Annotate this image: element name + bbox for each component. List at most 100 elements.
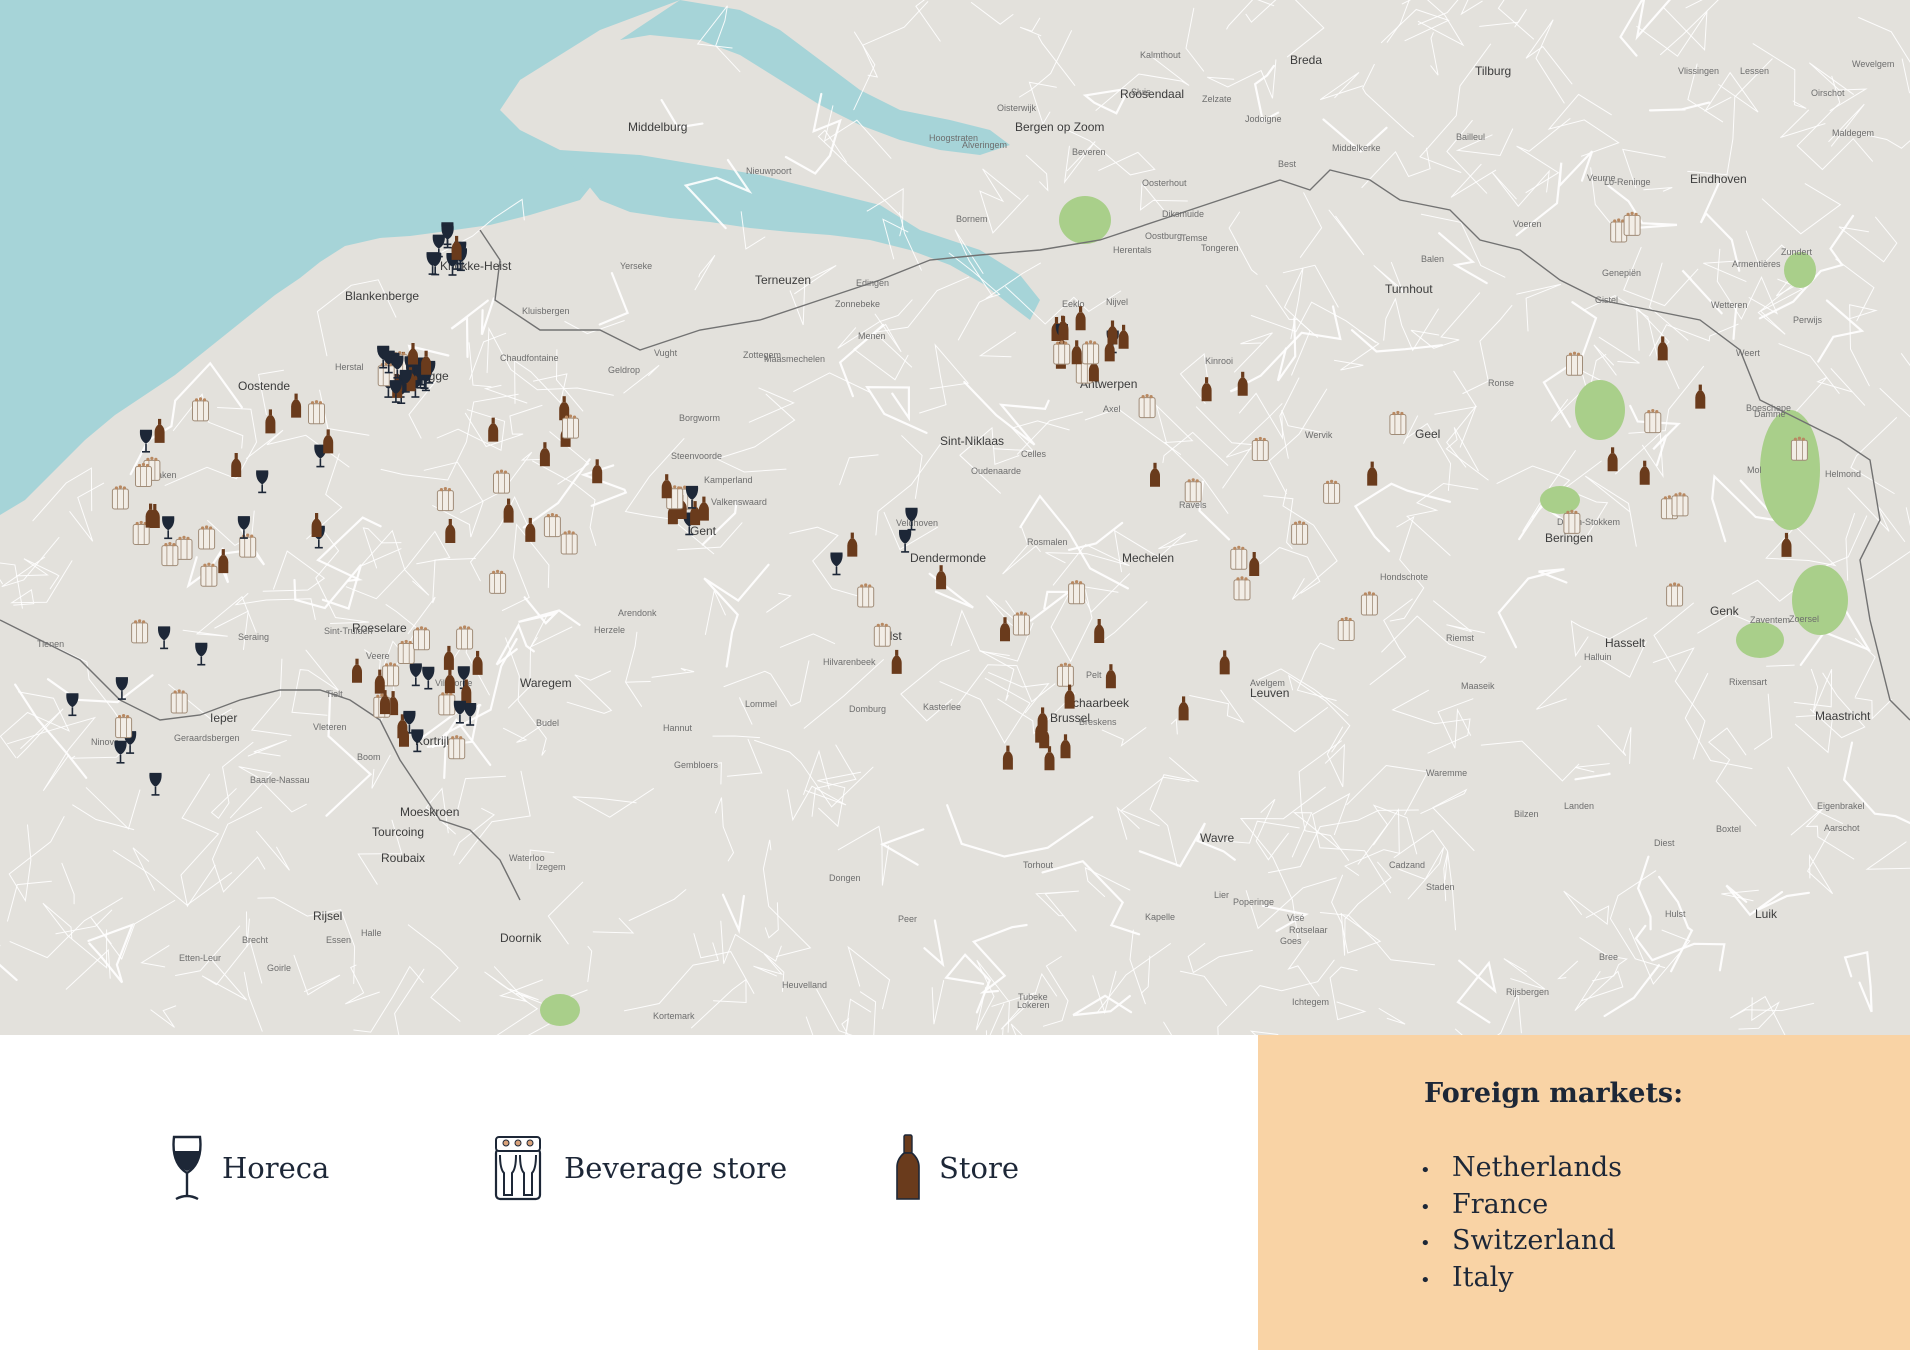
beverage-store-marker[interactable] bbox=[1360, 590, 1378, 616]
beverage-store-marker[interactable] bbox=[239, 533, 257, 558]
city-label: Waregem bbox=[520, 676, 572, 690]
town-label: Oostburg bbox=[1145, 231, 1182, 241]
beverage-store-marker[interactable] bbox=[1082, 339, 1100, 365]
beverage-store-marker[interactable] bbox=[493, 469, 510, 494]
town-label: Hulst bbox=[1665, 909, 1686, 919]
town-label: Lommel bbox=[745, 699, 777, 709]
town-label: Yerseke bbox=[620, 261, 652, 271]
beverage-store-marker[interactable] bbox=[1323, 479, 1341, 504]
beverage-store-marker[interactable] bbox=[438, 690, 456, 716]
beverage-store-marker[interactable] bbox=[1012, 610, 1030, 636]
city-label: Terneuzen bbox=[755, 273, 811, 287]
town-label: Vleteren bbox=[313, 722, 347, 732]
town-label: Voeren bbox=[1513, 219, 1542, 229]
park bbox=[1792, 565, 1848, 635]
beverage-store-marker[interactable] bbox=[382, 661, 400, 687]
beverage-store-marker[interactable] bbox=[436, 486, 454, 512]
beverage-store-marker[interactable] bbox=[1291, 520, 1309, 545]
town-label: Zaventem bbox=[1750, 615, 1790, 625]
city-label: Middelburg bbox=[628, 120, 687, 134]
beverage-store-marker[interactable] bbox=[1671, 491, 1689, 517]
beverage-store-marker[interactable] bbox=[1230, 545, 1248, 570]
beverage-store-marker[interactable] bbox=[1053, 340, 1071, 365]
beverage-store-marker[interactable] bbox=[1389, 410, 1407, 435]
town-label: Landen bbox=[1564, 801, 1594, 811]
beverage-store-marker[interactable] bbox=[111, 484, 129, 510]
town-label: Wevelgem bbox=[1852, 59, 1894, 69]
beverage-store-marker[interactable] bbox=[1563, 509, 1581, 534]
town-label: Weert bbox=[1736, 348, 1760, 358]
town-label: Riemst bbox=[1446, 633, 1475, 643]
town-label: Balen bbox=[1421, 254, 1444, 264]
town-label: Rosmalen bbox=[1027, 537, 1068, 547]
beverage-store-marker[interactable] bbox=[1138, 393, 1156, 419]
beverage-store-marker[interactable] bbox=[308, 399, 325, 425]
park bbox=[1540, 486, 1580, 514]
town-label: Kamperland bbox=[704, 475, 753, 485]
town-label: Boeschepe bbox=[1746, 403, 1791, 413]
beverage-store-marker[interactable] bbox=[543, 512, 561, 538]
beverage-store-marker[interactable] bbox=[1566, 351, 1583, 376]
beverage-store-marker[interactable] bbox=[448, 734, 466, 760]
legend-store-label: Store bbox=[939, 1151, 1020, 1185]
beverage-store-marker[interactable] bbox=[489, 569, 507, 594]
town-label: Baarle-Nassau bbox=[250, 775, 310, 785]
park bbox=[540, 994, 580, 1026]
beverage-store-marker[interactable] bbox=[135, 462, 152, 487]
town-label: Hondschote bbox=[1380, 572, 1428, 582]
town-label: Ronse bbox=[1488, 378, 1514, 388]
town-label: Menen bbox=[858, 331, 886, 341]
beverage-store-marker[interactable] bbox=[456, 624, 474, 650]
city-label: Wavre bbox=[1200, 831, 1235, 845]
town-label: Wetteren bbox=[1711, 300, 1747, 310]
foreign-market-item: • Netherlands bbox=[1420, 1152, 1622, 1183]
town-label: Perwijs bbox=[1793, 315, 1823, 325]
town-label: Vught bbox=[654, 348, 678, 358]
beverage-store-marker[interactable] bbox=[1666, 581, 1684, 607]
beverage-store-marker[interactable] bbox=[1251, 436, 1269, 461]
beverage-store-marker[interactable] bbox=[1790, 436, 1808, 461]
beverage-store-marker[interactable] bbox=[198, 524, 216, 550]
town-label: Peer bbox=[898, 914, 917, 924]
beverage-store-marker[interactable] bbox=[161, 541, 179, 567]
town-label: Tielt bbox=[326, 689, 343, 699]
town-label: Avelgem bbox=[1250, 678, 1285, 688]
beverage-store-marker[interactable] bbox=[1056, 662, 1074, 687]
beverage-store-marker[interactable] bbox=[115, 713, 133, 739]
foreign-market-item: • Italy bbox=[1420, 1261, 1514, 1293]
beverage-store-marker[interactable] bbox=[560, 529, 578, 555]
beverage-store-marker[interactable] bbox=[1233, 575, 1251, 601]
town-label: Hannut bbox=[663, 723, 693, 733]
map-canvas: Breda Tilburg Middelburg Roosendaal Bergen o… bbox=[0, 0, 1910, 1035]
town-label: Herstal bbox=[335, 362, 364, 372]
beverage-store-marker[interactable] bbox=[562, 414, 579, 439]
foreign-market-item: • Switzerland bbox=[1420, 1225, 1616, 1256]
beverage-store-marker[interactable] bbox=[873, 622, 891, 647]
beverage-store-marker[interactable] bbox=[192, 396, 209, 422]
legend-beverage-store: Beverage store bbox=[490, 1132, 787, 1204]
beverage-store-marker[interactable] bbox=[1337, 616, 1355, 641]
beverage-store-marker[interactable] bbox=[1623, 211, 1641, 236]
distribution-map: Breda Tilburg Middelburg Roosendaal Bergen o… bbox=[0, 0, 1910, 1035]
beverage-store-marker[interactable] bbox=[131, 618, 149, 644]
beverage-store-marker[interactable] bbox=[857, 582, 875, 608]
beverage-store-marker[interactable] bbox=[1184, 477, 1202, 503]
beverage-store-marker[interactable] bbox=[397, 639, 415, 664]
town-label: Veere bbox=[366, 651, 390, 661]
wine-glass-icon bbox=[172, 1135, 202, 1201]
beverage-store-marker[interactable] bbox=[1644, 408, 1662, 434]
beverage-store-marker[interactable] bbox=[170, 688, 188, 714]
beverage-store-marker[interactable] bbox=[200, 562, 218, 587]
city-label: Dendermonde bbox=[910, 551, 986, 565]
beverage-store-marker[interactable] bbox=[413, 625, 430, 651]
town-label: Lier bbox=[1214, 890, 1229, 900]
beverage-store-marker[interactable] bbox=[1068, 579, 1086, 605]
town-label: Tubeke bbox=[1018, 992, 1048, 1002]
park bbox=[1575, 380, 1625, 440]
town-label: Geraardsbergen bbox=[174, 733, 240, 743]
town-label: Oudenaarde bbox=[971, 466, 1021, 476]
city-label: Genk bbox=[1710, 604, 1740, 618]
city-label: Bergen op Zoom bbox=[1015, 120, 1104, 134]
city-label: Gent bbox=[690, 524, 717, 538]
town-label: Gistel bbox=[1595, 295, 1618, 305]
